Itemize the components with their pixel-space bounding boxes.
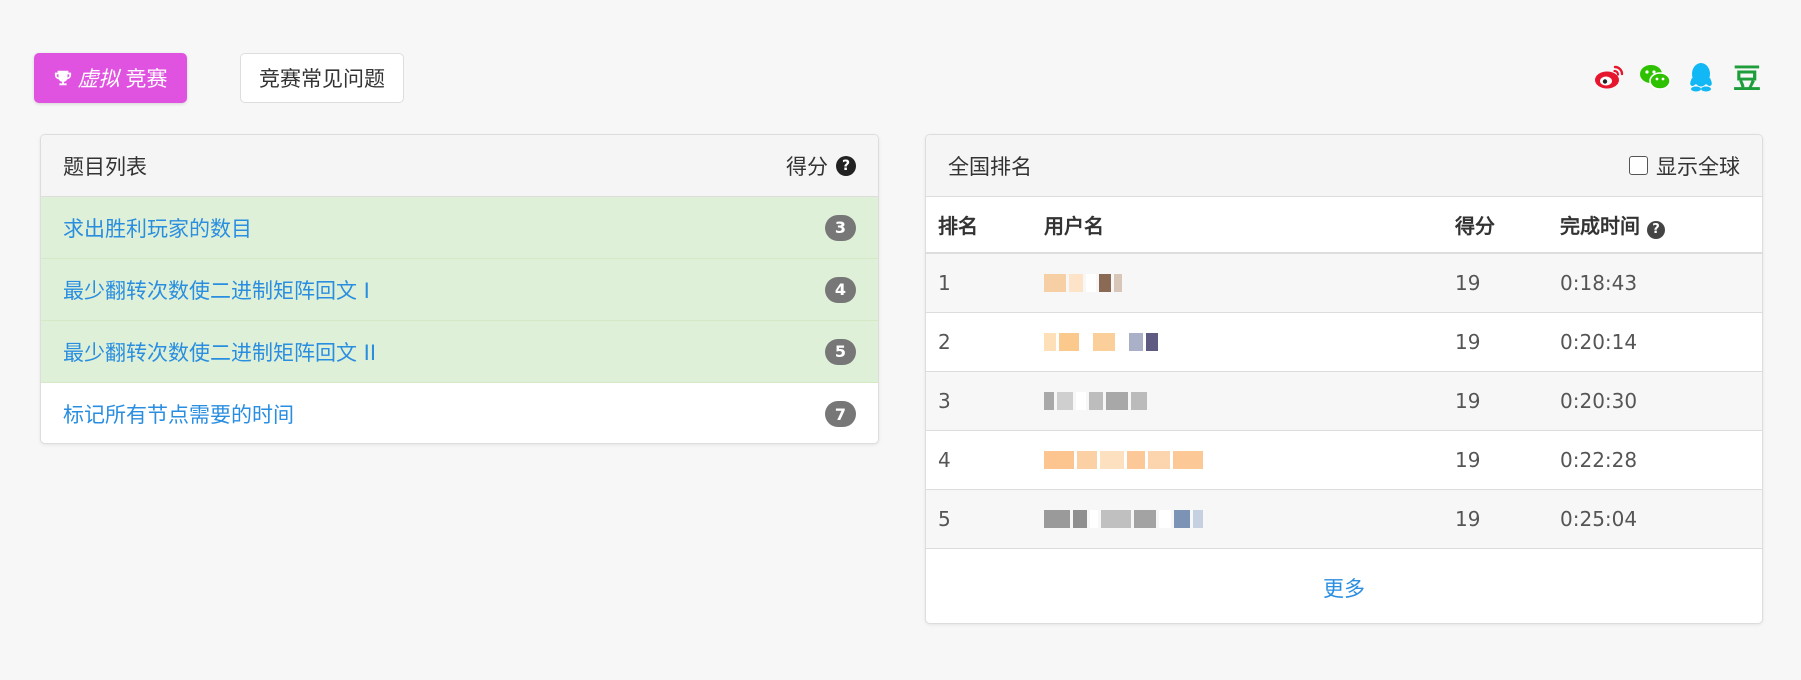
score-cell: 19 bbox=[1443, 312, 1548, 372]
ranking-header: 全国排名 显示全球 bbox=[926, 135, 1762, 197]
question-icon[interactable]: ? bbox=[1646, 220, 1665, 239]
blurred-username bbox=[1044, 269, 1122, 297]
username-cell[interactable] bbox=[1032, 312, 1443, 372]
score-cell: 19 bbox=[1443, 371, 1548, 431]
rank-cell: 4 bbox=[926, 430, 1032, 490]
table-row: 1 19 0:18:43 bbox=[926, 253, 1762, 313]
username-cell[interactable] bbox=[1032, 489, 1443, 549]
ranking-panel: 全国排名 显示全球 排名 用户名 得分 完成时间 ? 1 19 0:18:43 … bbox=[925, 134, 1763, 624]
rank-cell: 2 bbox=[926, 312, 1032, 372]
rank-column-header: 排名 bbox=[926, 197, 1032, 254]
problem-row[interactable]: 求出胜利玩家的数目 3 bbox=[41, 197, 878, 259]
table-row: 3 19 0:20:30 bbox=[926, 371, 1762, 431]
problem-row[interactable]: 标记所有节点需要的时间 7 bbox=[41, 383, 878, 443]
more-ranking-row: 更多 bbox=[926, 549, 1762, 624]
contest-faq-button[interactable]: 竞赛常见问题 bbox=[240, 53, 404, 103]
blurred-username bbox=[1044, 387, 1147, 415]
qq-icon[interactable] bbox=[1685, 60, 1717, 94]
score-badge: 4 bbox=[825, 276, 856, 303]
problem-link[interactable]: 最少翻转次数使二进制矩阵回文 II bbox=[63, 337, 376, 367]
user-column-header: 用户名 bbox=[1032, 197, 1443, 254]
score-badge: 5 bbox=[825, 338, 856, 365]
show-global-toggle[interactable]: 显示全球 bbox=[1629, 151, 1740, 181]
weibo-icon[interactable] bbox=[1593, 60, 1625, 94]
problem-list-panel: 题目列表 得分 ? 求出胜利玩家的数目 3 最少翻转次数使二进制矩阵回文 I 4… bbox=[40, 134, 879, 444]
finish-time-cell: 0:25:04 bbox=[1548, 489, 1762, 549]
finish-time-cell: 0:22:28 bbox=[1548, 430, 1762, 490]
ranking-title: 全国排名 bbox=[948, 154, 1032, 179]
problem-link[interactable]: 最少翻转次数使二进制矩阵回文 I bbox=[63, 275, 370, 305]
username-cell[interactable] bbox=[1032, 371, 1443, 431]
problem-list-title: 题目列表 bbox=[63, 154, 147, 179]
blurred-username bbox=[1044, 328, 1158, 356]
virtual-contest-button[interactable]: 虚拟 竞赛 bbox=[34, 53, 187, 103]
score-column-header: 得分 bbox=[1443, 197, 1548, 254]
username-cell[interactable] bbox=[1032, 253, 1443, 313]
more-ranking-link[interactable]: 更多 bbox=[1323, 573, 1365, 603]
ranking-table: 排名 用户名 得分 完成时间 ? 1 19 0:18:43 2 19 0:20:… bbox=[926, 197, 1762, 549]
problem-list-header: 题目列表 得分 ? bbox=[41, 135, 878, 197]
score-cell: 19 bbox=[1443, 430, 1548, 490]
finish-time-cell: 0:18:43 bbox=[1548, 253, 1762, 313]
rank-cell: 5 bbox=[926, 489, 1032, 549]
rank-cell: 1 bbox=[926, 253, 1032, 313]
trophy-icon bbox=[54, 70, 71, 86]
time-column-label: 完成时间 bbox=[1560, 214, 1640, 238]
finish-time-cell: 0:20:30 bbox=[1548, 371, 1762, 431]
show-global-label: 显示全球 bbox=[1656, 154, 1740, 179]
contest-label-italic: 虚拟 bbox=[77, 67, 120, 91]
score-cell: 19 bbox=[1443, 253, 1548, 313]
ranking-header-row: 排名 用户名 得分 完成时间 ? bbox=[926, 197, 1762, 254]
problem-row[interactable]: 最少翻转次数使二进制矩阵回文 I 4 bbox=[41, 259, 878, 321]
problem-link[interactable]: 标记所有节点需要的时间 bbox=[63, 399, 294, 429]
show-global-checkbox[interactable] bbox=[1629, 156, 1648, 175]
wechat-icon[interactable] bbox=[1639, 60, 1671, 94]
contest-label: 竞赛 bbox=[125, 67, 168, 91]
table-row: 2 19 0:20:14 bbox=[926, 312, 1762, 372]
score-cell: 19 bbox=[1443, 489, 1548, 549]
time-column-header: 完成时间 ? bbox=[1548, 197, 1762, 254]
problem-link[interactable]: 求出胜利玩家的数目 bbox=[63, 213, 252, 243]
blurred-username bbox=[1044, 505, 1203, 533]
douban-icon[interactable]: 豆 bbox=[1731, 60, 1763, 95]
share-icons: 豆 bbox=[1593, 60, 1763, 95]
finish-time-cell: 0:20:14 bbox=[1548, 312, 1762, 372]
table-row: 5 19 0:25:04 bbox=[926, 489, 1762, 549]
question-icon[interactable]: ? bbox=[836, 155, 856, 176]
table-row: 4 19 0:22:28 bbox=[926, 430, 1762, 490]
username-cell[interactable] bbox=[1032, 430, 1443, 490]
blurred-username bbox=[1044, 446, 1203, 474]
score-column-label: 得分 bbox=[786, 154, 828, 179]
problem-row[interactable]: 最少翻转次数使二进制矩阵回文 II 5 bbox=[41, 321, 878, 383]
rank-cell: 3 bbox=[926, 371, 1032, 431]
score-badge: 7 bbox=[825, 401, 856, 427]
score-badge: 3 bbox=[825, 214, 856, 241]
